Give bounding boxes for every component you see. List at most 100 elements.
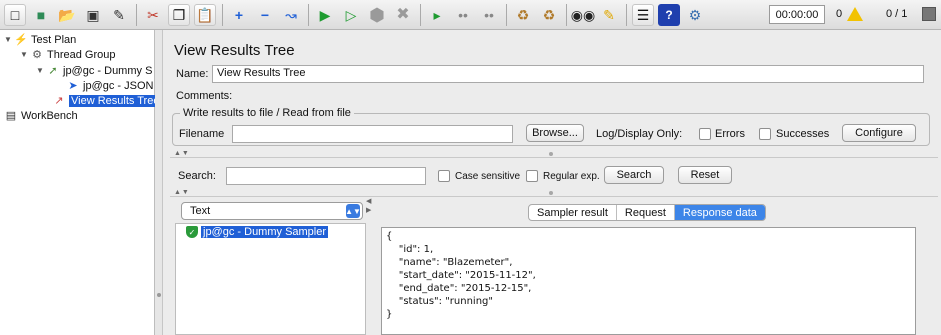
errors-label: Errors — [715, 128, 745, 140]
tree-item-label: View Results Tree — [69, 94, 162, 107]
tree-splitter[interactable] — [155, 30, 163, 335]
stop-icon[interactable]: ⬢ — [366, 4, 388, 26]
function-helper-icon[interactable]: ☰ — [632, 3, 654, 26]
save-icon[interactable]: ▣ — [82, 4, 104, 26]
tree-item-json-extractor[interactable]: ➤ jp@gc - JSON — [66, 78, 153, 93]
collapse-icon[interactable]: − — [254, 4, 276, 26]
error-count: 0 — [836, 8, 843, 20]
toolbar-separator — [566, 3, 567, 26]
list-item-label: jp@gc - Dummy Sampler — [201, 226, 329, 238]
search-icon[interactable]: ◉◉ — [571, 4, 595, 26]
toolbar-separator — [136, 3, 137, 26]
splitter-grip-icon[interactable] — [549, 191, 553, 195]
expand-triangle-icon[interactable]: ▼ — [4, 35, 14, 44]
remote-stop-icon[interactable]: •• — [452, 4, 474, 26]
response-data-text[interactable]: { "id": 1, "name": "Blazemeter", "start_… — [381, 227, 916, 335]
toolbar-separator — [626, 3, 627, 26]
case-sensitive-checkbox[interactable] — [438, 170, 450, 182]
splitter-grip-icon[interactable] — [157, 293, 161, 297]
copy-icon[interactable]: ❐ — [168, 3, 190, 26]
paste-icon[interactable]: 📋 — [194, 3, 216, 26]
tree-item-dummy-sampler[interactable]: ▼ ➚ jp@gc - Dummy S — [36, 63, 152, 78]
filename-field[interactable] — [232, 125, 513, 143]
browse-button[interactable]: Browse... — [526, 124, 584, 142]
regex-checkbox[interactable] — [526, 170, 538, 182]
successes-label: Successes — [776, 128, 830, 140]
help-icon[interactable]: ? — [658, 3, 680, 26]
toggle-icon[interactable]: ↝ — [280, 4, 302, 26]
clear-icon[interactable]: ♻ — [512, 4, 534, 26]
test-plan-tree: ▼ ⚡ Test Plan ▼ ⚙ Thread Group ▼ ➚ jp@gc… — [0, 30, 162, 335]
tree-item-label: Thread Group — [47, 48, 116, 61]
renderer-select-value: Text — [190, 205, 211, 217]
remote-shutdown-icon[interactable]: •• — [478, 4, 500, 26]
page-title: View Results Tree — [174, 42, 295, 59]
errors-checkbox[interactable] — [699, 128, 711, 140]
renderer-select[interactable]: Text ▲▼ — [181, 202, 363, 220]
start-icon[interactable]: ▶ — [314, 4, 336, 26]
case-sensitive-label: Case sensitive — [455, 171, 521, 182]
expand-triangle-icon[interactable]: ▼ — [20, 50, 30, 59]
regex-label: Regular exp. — [543, 171, 600, 182]
toolbar-separator — [420, 3, 421, 26]
extractor-icon: ➤ — [68, 80, 78, 92]
splitter-grip-icon[interactable] — [549, 152, 553, 156]
remote-icon[interactable]: ⚙ — [684, 4, 706, 26]
new-icon[interactable]: □ — [4, 3, 26, 26]
name-label: Name: — [176, 68, 209, 80]
templates-icon[interactable]: ■ — [30, 4, 52, 26]
collapse-arrows-icon[interactable]: ▲▼ — [174, 150, 190, 157]
success-shield-icon: ✓ — [186, 226, 198, 238]
comments-label: Comments: — [176, 90, 233, 102]
shutdown-icon[interactable]: ✖ — [392, 4, 414, 26]
tab-request[interactable]: Request — [617, 205, 675, 220]
active-thread-count: 0 / 1 — [886, 8, 908, 20]
elapsed-timer: 00:00:00 — [769, 5, 825, 24]
divider — [170, 157, 938, 158]
list-item[interactable]: ✓ jp@gc - Dummy Sampler — [186, 225, 329, 239]
name-field[interactable]: View Results Tree — [212, 65, 924, 83]
toolbar-separator — [222, 3, 223, 26]
collapse-arrows-icon[interactable]: ▲▼ — [174, 189, 190, 196]
tree-item-label: jp@gc - Dummy S — [63, 64, 153, 77]
cut-icon[interactable]: ✂ — [142, 4, 164, 26]
save-as-icon[interactable]: ✎ — [108, 4, 130, 26]
tab-sampler-result[interactable]: Sampler result — [529, 205, 617, 220]
tree-item-test-plan[interactable]: ▼ ⚡ Test Plan — [4, 32, 76, 47]
tree-item-label: WorkBench — [21, 109, 78, 122]
tree-item-workbench[interactable]: ▤ WorkBench — [4, 108, 78, 123]
start-no-pauses-icon[interactable]: ▷ — [340, 4, 362, 26]
reset-button[interactable]: Reset — [678, 166, 732, 184]
tree-item-view-results-tree[interactable]: ↗ View Results Tree — [52, 93, 162, 108]
expand-icon[interactable]: + — [228, 4, 250, 26]
tree-item-thread-group[interactable]: ▼ ⚙ Thread Group — [20, 47, 115, 62]
write-results-group-title: Write results to file / Read from file — [180, 107, 354, 119]
search-button[interactable]: Search — [604, 166, 664, 184]
search-label: Search: — [178, 170, 216, 182]
search-input[interactable] — [226, 167, 426, 185]
divider — [170, 196, 938, 197]
tab-response-data[interactable]: Response data — [674, 205, 765, 220]
results-list — [175, 223, 366, 335]
remote-start-icon[interactable]: ▸ — [426, 4, 448, 26]
expand-triangle-icon[interactable]: ▼ — [36, 66, 46, 75]
thread-status-icon — [922, 7, 936, 21]
chevron-down-icon[interactable]: ▲▼ — [345, 204, 361, 218]
successes-checkbox[interactable] — [759, 128, 771, 140]
pipette-icon: ➚ — [48, 65, 58, 77]
view-results-tree-panel: View Results Tree Name: View Results Tre… — [164, 30, 941, 335]
collapse-arrows-icon[interactable]: ◀ ▶ — [366, 197, 371, 215]
reset-search-icon[interactable]: ✎ — [598, 4, 620, 26]
configure-button[interactable]: Configure — [842, 124, 916, 142]
workbench-icon: ▤ — [5, 110, 17, 122]
log-display-label: Log/Display Only: — [596, 128, 683, 140]
toolbar-separator — [506, 3, 507, 26]
warning-icon[interactable] — [847, 7, 863, 21]
chart-icon: ↗ — [54, 95, 64, 107]
tree-item-label: Test Plan — [31, 33, 77, 46]
filename-label: Filename — [179, 128, 225, 140]
results-tabs: Sampler result Request Response data — [528, 204, 766, 221]
open-icon[interactable]: 📂 — [56, 4, 78, 26]
toolbar-separator — [308, 3, 309, 26]
clear-all-icon[interactable]: ♻ — [538, 4, 560, 26]
